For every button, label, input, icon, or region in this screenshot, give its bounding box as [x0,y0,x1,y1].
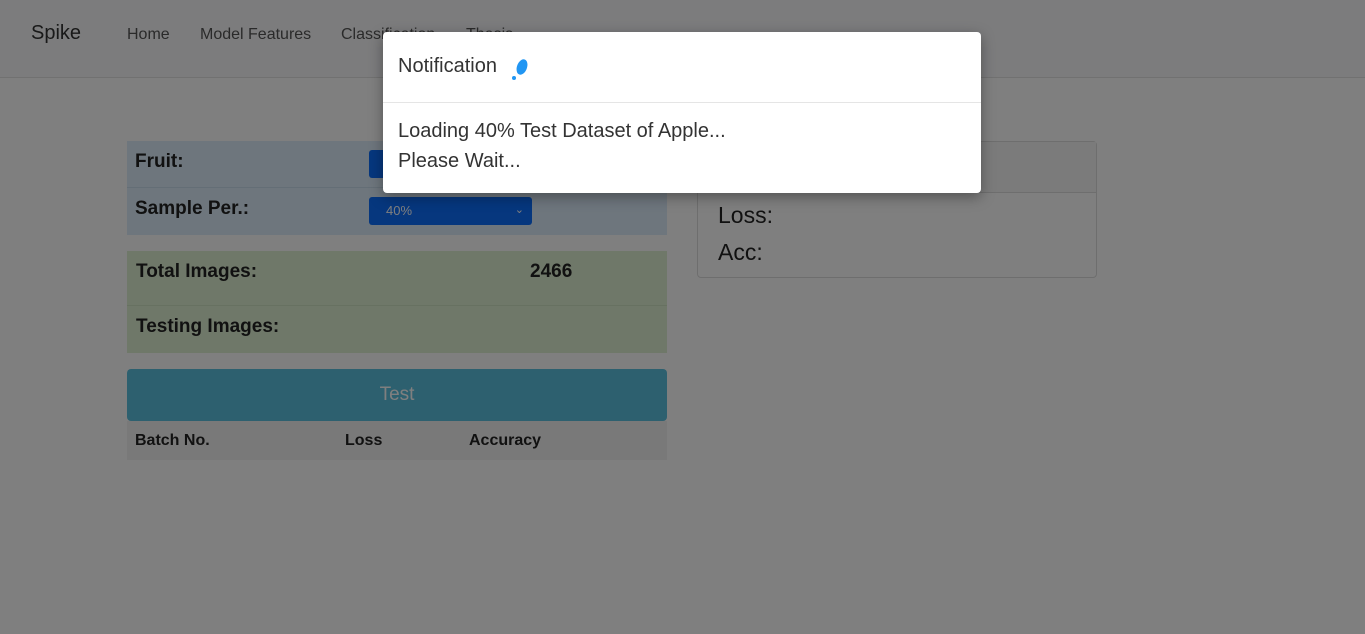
notification-modal: Notification Loading 40% Test Dataset of… [383,32,981,193]
modal-message-loading: Loading 40% Test Dataset of Apple... [398,120,726,142]
modal-body: Loading 40% Test Dataset of Apple... Ple… [398,116,726,176]
modal-message-wait: Please Wait... [398,150,521,172]
modal-header: Notification [383,32,981,103]
modal-title: Notification [398,55,497,77]
loading-spinner-icon [512,59,528,80]
